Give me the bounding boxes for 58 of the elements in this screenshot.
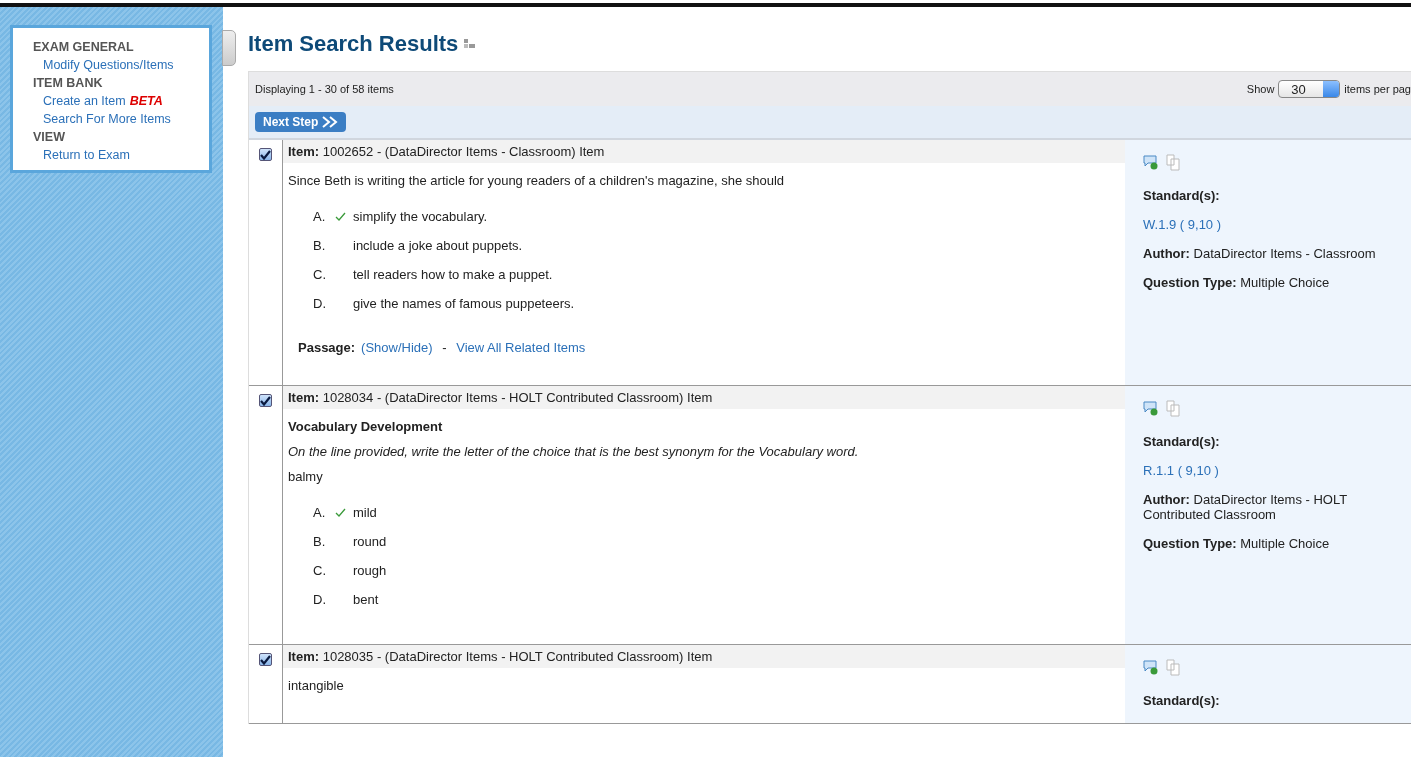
show-hide-link[interactable]: (Show/Hide) <box>361 340 433 355</box>
question-stem: Since Beth is writing the article for young readers of a children's magazine, she should <box>288 173 786 188</box>
option-letter: D. <box>313 296 327 311</box>
next-step-button[interactable]: Next Step <box>255 112 347 132</box>
menu-section-title: ITEM BANK <box>33 76 104 90</box>
question-stem: balmy <box>288 469 324 484</box>
item-checkbox[interactable] <box>259 394 272 407</box>
standard-link[interactable]: W.1.9 ( 9,10 ) <box>1143 217 1222 232</box>
item-instruction: On the line provided, write the letter of the choice that is the best synonym for the Vocabulary word. <box>288 444 860 459</box>
option-letter: D. <box>313 592 327 607</box>
passage-label: Passage: <box>298 340 356 355</box>
standards-label: Standard(s): <box>1143 693 1221 708</box>
author-text: Author: DataDirector Items - Classroom <box>1143 246 1377 261</box>
option-text: mild <box>353 505 377 520</box>
menu-link[interactable]: Return to Exam <box>43 148 209 162</box>
item-header: Item: 1028034 - (DataDirector Items - HOLT Contributed Classroom) Item <box>283 386 1125 409</box>
option-letter: C. <box>313 563 327 578</box>
grid-icon <box>464 39 477 49</box>
option-letter: A. <box>313 209 327 224</box>
related-items-link[interactable]: View All Related Items <box>456 340 586 355</box>
option-text: tell readers how to make a puppet. <box>353 267 553 282</box>
page-title: Item Search Results <box>248 31 459 57</box>
standard-link[interactable]: R.1.1 ( 9,10 ) <box>1143 463 1219 478</box>
show-label: Show <box>1246 83 1275 95</box>
standards-label: Standard(s): <box>1143 188 1221 203</box>
item-checkbox[interactable] <box>259 653 272 666</box>
per-page-label: items per pag <box>1344 83 1411 95</box>
option-text: rough <box>353 563 387 578</box>
checkmark-icon <box>335 212 346 221</box>
option-text: simplify the vocabulary. <box>353 209 488 224</box>
per-page-select[interactable]: 30 <box>1278 80 1341 98</box>
menu-link[interactable]: Modify Questions/Items <box>43 58 209 72</box>
question-type-text: Question Type: Multiple Choice <box>1143 275 1331 290</box>
menu-section-title: EXAM GENERAL <box>33 40 135 54</box>
displaying-count: Displaying 1 - 30 of 58 items <box>255 83 394 95</box>
option-letter: A. <box>313 505 327 520</box>
checkmark-icon <box>335 508 346 517</box>
menu-section-title: VIEW <box>33 130 66 144</box>
double-arrow-icon <box>322 116 339 128</box>
question-stem: intangible <box>288 678 345 693</box>
question-type-text: Question Type: Multiple Choice <box>1143 536 1331 551</box>
option-letter: B. <box>313 238 327 253</box>
item-header: Item: 1028035 - (DataDirector Items - HOLT Contributed Classroom) Item <box>283 645 1125 668</box>
menu-link[interactable]: Create an Item BETA <box>43 94 209 108</box>
option-text: bent <box>353 592 379 607</box>
author-text: Author: DataDirector Items - HOLT Contributed Classroom <box>1143 492 1348 522</box>
option-letter: C. <box>313 267 327 282</box>
collapse-handle[interactable] <box>222 30 236 66</box>
option-text: give the names of famous puppeteers. <box>353 296 575 311</box>
option-text: include a joke about puppets. <box>353 238 523 253</box>
option-text: round <box>353 534 387 549</box>
standards-label: Standard(s): <box>1143 434 1221 449</box>
item-heading: Vocabulary Development <box>288 419 444 434</box>
separator-text: - <box>441 340 448 355</box>
item-header: Item: 1002652 - (DataDirector Items - Classroom) Item <box>283 140 1125 163</box>
option-letter: B. <box>313 534 327 549</box>
menu-link[interactable]: Search For More Items <box>43 112 209 126</box>
item-checkbox[interactable] <box>259 148 272 161</box>
